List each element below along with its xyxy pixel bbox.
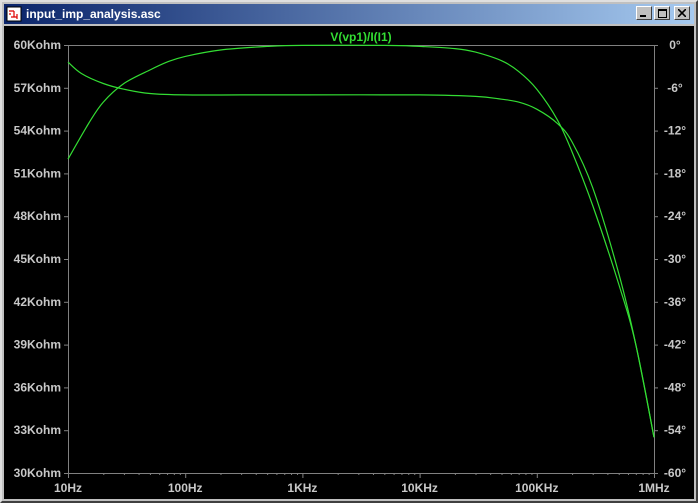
minimize-icon <box>640 14 646 17</box>
phase-trace <box>67 44 655 438</box>
y-right-tick-label: -12° <box>664 124 686 138</box>
plot-frame <box>68 45 655 474</box>
y-left-tick-label: 48Kohm <box>14 209 61 223</box>
chart-title: V(vp1)/I(I1) <box>330 30 391 44</box>
y-left-tick-label: 33Kohm <box>14 423 61 437</box>
y-right-tick-label: -6° <box>667 81 683 95</box>
y-left-tick-label: 30Kohm <box>14 466 61 480</box>
x-tick-label: 10KHz <box>401 481 438 495</box>
y-left-tick-label: 42Kohm <box>14 295 61 309</box>
close-icon <box>678 9 686 17</box>
x-tick-label: 100Hz <box>168 481 203 495</box>
y-left-tick-label: 39Kohm <box>14 338 61 352</box>
x-tick-label: 10Hz <box>54 481 82 495</box>
axis-ticks: 60Kohm 57Kohm 54Kohm 51Kohm 48Kohm 45Kohm 42Ko… <box>14 38 687 495</box>
title-bar[interactable]: input_imp_analysis.asc <box>4 4 694 24</box>
y-right-tick-label: -54° <box>664 423 686 437</box>
x-tick-label: 1MHz <box>638 481 669 495</box>
y-left-tick-label: 54Kohm <box>14 124 61 138</box>
y-left-tick-label: 45Kohm <box>14 252 61 266</box>
magnitude-trace <box>67 61 655 438</box>
y-left-tick-label: 60Kohm <box>14 38 61 52</box>
maximize-icon <box>657 8 667 18</box>
y-right-tick-label: -60° <box>664 466 686 480</box>
close-button[interactable] <box>674 6 690 20</box>
minimize-button[interactable] <box>636 6 652 20</box>
y-right-tick-label: -30° <box>664 252 686 266</box>
schematic-document-icon <box>6 6 22 22</box>
bode-plot[interactable]: V(vp1)/I(I1) 60Kohm 57Kohm 54Kohm 51Kohm 48K… <box>4 26 694 499</box>
y-left-tick-label: 36Kohm <box>14 380 61 394</box>
y-left-tick-label: 51Kohm <box>14 166 61 180</box>
y-left-tick-label: 57Kohm <box>14 81 61 95</box>
maximize-button[interactable] <box>654 6 670 20</box>
x-tick-label: 1KHz <box>287 481 317 495</box>
plot-pane[interactable]: V(vp1)/I(I1) 60Kohm 57Kohm 54Kohm 51Kohm 48K… <box>4 26 694 499</box>
y-right-tick-label: -24° <box>664 209 686 223</box>
y-right-tick-label: -36° <box>664 295 686 309</box>
app-window: input_imp_analysis.asc V(vp1)/I(I1) 60Ko… <box>0 0 698 503</box>
traces <box>67 44 655 438</box>
y-right-tick-label: 0° <box>669 38 681 52</box>
window-title: input_imp_analysis.asc <box>26 7 161 21</box>
window-controls <box>636 6 690 20</box>
x-tick-label: 100KHz <box>515 481 558 495</box>
y-right-tick-label: -42° <box>664 338 686 352</box>
y-right-tick-label: -18° <box>664 166 686 180</box>
y-right-tick-label: -48° <box>664 380 686 394</box>
